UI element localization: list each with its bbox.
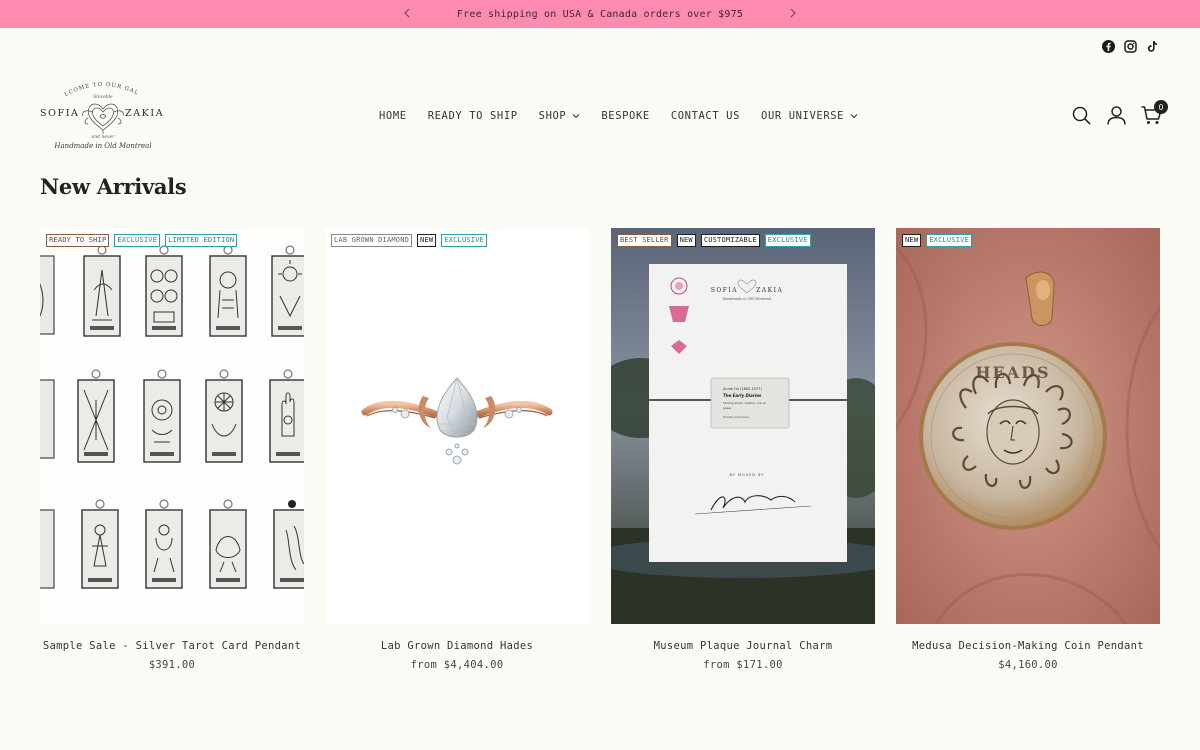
chevron-down-icon	[850, 113, 858, 119]
announcement-next-button[interactable]	[786, 6, 800, 20]
badge-group: READY TO SHIP EXCLUSIVE LIMITED EDITION	[46, 234, 238, 247]
product-image[interactable]: SOFIA ZAKIA Handmade in Old Montreal Anni…	[611, 228, 875, 624]
nav-label: BESPOKE	[601, 110, 650, 122]
product-title[interactable]: Lab Grown Diamond Hades	[325, 640, 589, 652]
svg-text:Handmade in Old Montreal: Handmade in Old Montreal	[722, 297, 772, 301]
social-links	[1101, 39, 1159, 53]
badge-exclusive: EXCLUSIVE	[114, 234, 161, 247]
main-nav: HOME READY TO SHIP SHOP BESPOKE CONTACT …	[379, 108, 858, 124]
badge-customizable: CUSTOMIZABLE	[700, 234, 760, 247]
svg-text:Sinceble: Sinceble	[93, 94, 113, 100]
facebook-icon[interactable]	[1101, 39, 1115, 53]
product-image[interactable]: HEADS NEW EXCLUSIVE	[896, 228, 1160, 624]
badge-ready-to-ship: READY TO SHIP	[46, 234, 110, 247]
svg-text:paper: paper	[723, 406, 732, 410]
section-title: New Arrivals	[40, 174, 187, 199]
brand-logo[interactable]: WELCOME TO OUR GALAXY Sinceble SOFIA ZAK…	[37, 74, 166, 154]
announcement-prev-button[interactable]	[400, 6, 414, 20]
svg-text:SOFIA: SOFIA	[40, 108, 80, 119]
product-price: from $171.00	[703, 659, 783, 671]
badge-exclusive: EXCLUSIVE	[441, 234, 488, 247]
nav-item-contact-us[interactable]: CONTACT US	[671, 110, 740, 122]
badge-new: NEW	[902, 234, 922, 247]
badge-new: NEW	[676, 234, 696, 247]
chevron-right-icon	[790, 8, 796, 18]
svg-text:BY MOVED BY: BY MOVED BY	[730, 473, 765, 477]
product-price: $4,160.00	[998, 659, 1058, 671]
badge-exclusive: EXCLUSIVE	[926, 234, 972, 247]
nav-label: OUR UNIVERSE	[761, 110, 845, 122]
nav-item-our-universe[interactable]: OUR UNIVERSE	[761, 110, 858, 122]
svg-text:Stirling silver, leather, ink: Stirling silver, leather, ink on	[723, 401, 766, 405]
chevron-down-icon	[572, 113, 580, 119]
account-icon[interactable]	[1106, 104, 1127, 126]
product-card[interactable]: READY TO SHIP EXCLUSIVE LIMITED EDITION …	[40, 228, 304, 671]
product-price: $391.00	[148, 659, 196, 671]
nav-label: SHOP	[538, 110, 567, 122]
svg-text:Annie Hu (1882-1977): Annie Hu (1882-1977)	[723, 387, 762, 391]
nav-label: READY TO SHIP	[427, 110, 518, 122]
product-image[interactable]: READY TO SHIP EXCLUSIVE LIMITED EDITION	[40, 228, 304, 624]
product-card[interactable]: HEADS NEW EXCLUSIVE Medusa Decision-Maki…	[896, 228, 1160, 671]
nav-item-shop[interactable]: SHOP	[539, 110, 581, 122]
nav-item-bespoke[interactable]: BESPOKE	[601, 110, 649, 122]
badge-exclusive: EXCLUSIVE	[764, 234, 811, 247]
svg-text:Handmade in Old Montreal: Handmade in Old Montreal	[53, 142, 151, 150]
badge-best-seller: BEST SELLER	[617, 234, 672, 247]
announcement-text: Free shipping on USA & Canada orders ove…	[456, 8, 744, 20]
badge-group: BEST SELLER NEW CUSTOMIZABLE EXCLUSIVE	[617, 234, 811, 247]
cart-count-badge: 0	[1154, 100, 1168, 114]
search-icon[interactable]	[1071, 104, 1092, 126]
cart-icon[interactable]: 0	[1141, 100, 1168, 126]
svg-text:WELCOME TO OUR GALAXY: WELCOME TO OUR GALAXY	[40, 78, 140, 98]
badge-lab-grown-diamond: LAB GROWN DIAMOND	[331, 234, 413, 247]
product-image[interactable]: LAB GROWN DIAMOND NEW EXCLUSIVE	[325, 228, 589, 624]
svg-text:Private Collection: Private Collection	[723, 415, 749, 419]
badge-limited-edition: LIMITED EDITION	[165, 234, 238, 247]
nav-label: CONTACT US	[670, 110, 741, 122]
product-title[interactable]: Museum Plaque Journal Charm	[611, 640, 875, 652]
nav-item-home[interactable]: HOME	[379, 110, 407, 122]
product-title[interactable]: Sample Sale - Silver Tarot Card Pendant	[40, 640, 304, 652]
product-price: from $4,404.00	[410, 659, 504, 671]
product-grid: READY TO SHIP EXCLUSIVE LIMITED EDITION …	[40, 228, 1160, 688]
instagram-icon[interactable]	[1123, 39, 1137, 53]
svg-text:The Early Diaries: The Early Diaries	[723, 393, 762, 398]
tiktok-icon[interactable]	[1145, 39, 1159, 53]
svg-text:ZAKIA: ZAKIA	[125, 108, 164, 119]
product-card[interactable]: LAB GROWN DIAMOND NEW EXCLUSIVE Lab Grow…	[325, 228, 589, 671]
svg-text:and never: and never	[92, 134, 116, 140]
badge-group: LAB GROWN DIAMOND NEW EXCLUSIVE	[331, 234, 488, 247]
product-title[interactable]: Medusa Decision-Making Coin Pendant	[896, 640, 1160, 652]
header-actions: 0	[1071, 100, 1168, 126]
product-card[interactable]: SOFIA ZAKIA Handmade in Old Montreal Anni…	[611, 228, 875, 671]
announcement-bar: Free shipping on USA & Canada orders ove…	[0, 0, 1200, 28]
nav-label: HOME	[379, 110, 407, 122]
nav-item-ready-to-ship[interactable]: READY TO SHIP	[428, 110, 518, 122]
badge-group: NEW EXCLUSIVE	[902, 234, 972, 247]
badge-new: NEW	[417, 234, 437, 247]
chevron-left-icon	[404, 8, 410, 18]
